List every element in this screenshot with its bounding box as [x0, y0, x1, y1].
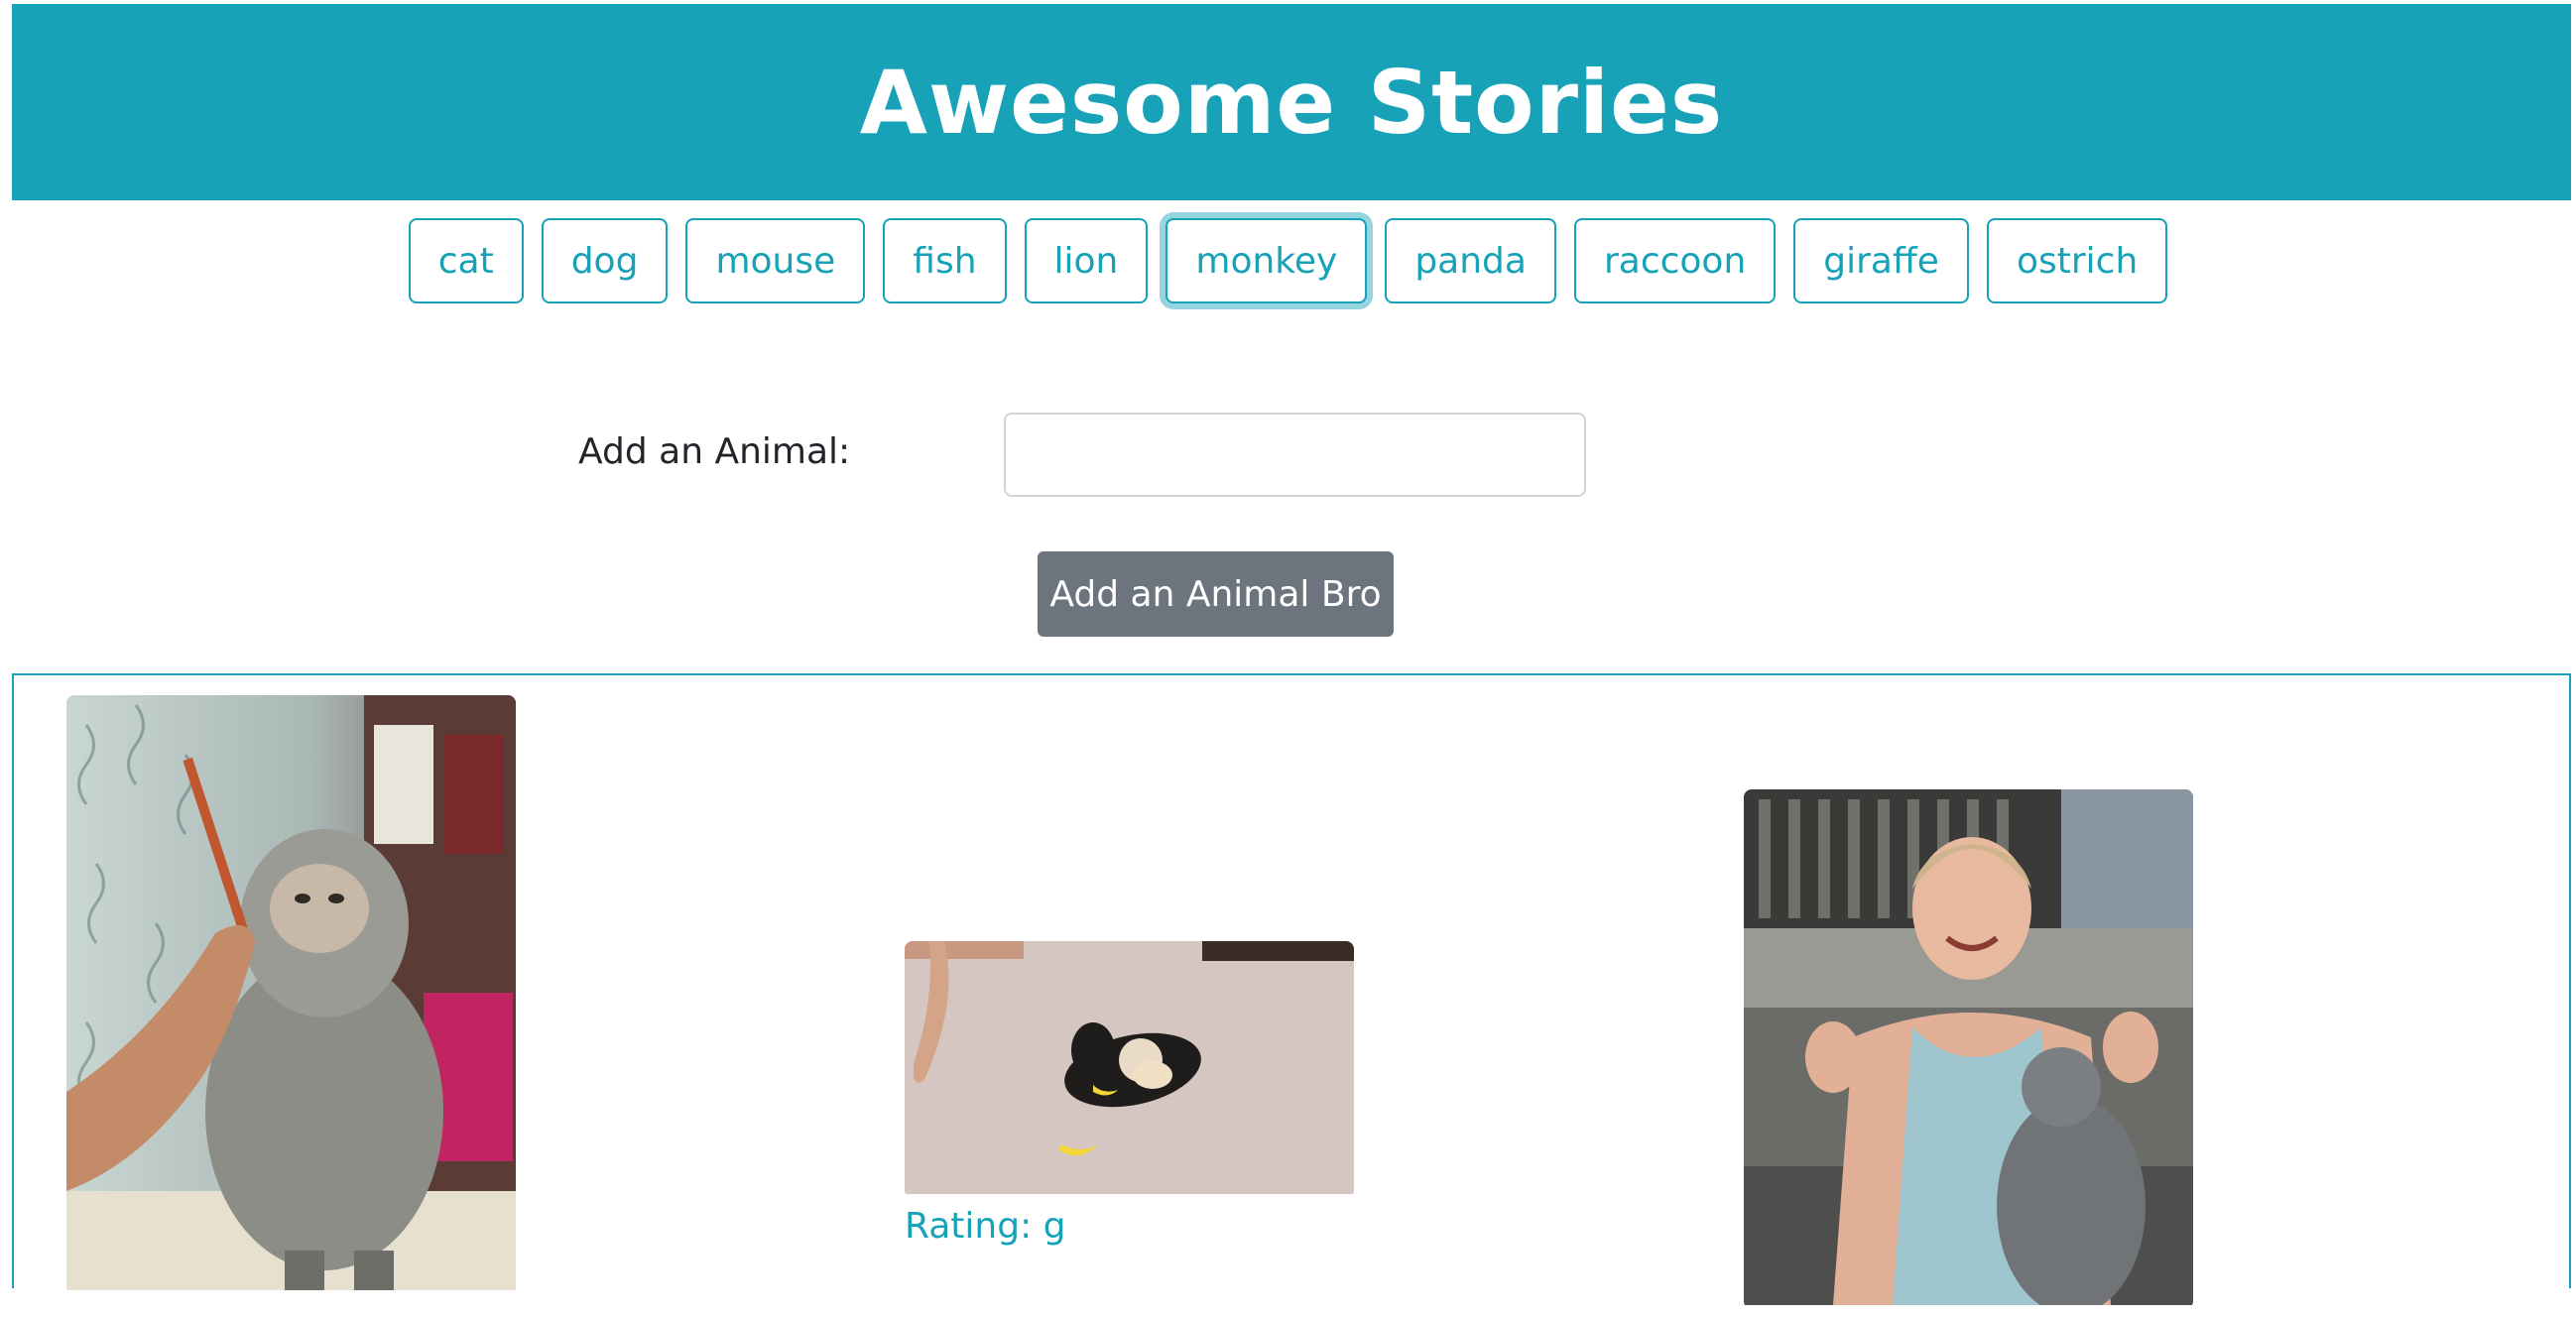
add-animal-input[interactable]	[1004, 413, 1586, 497]
animal-button-panda[interactable]: panda	[1385, 218, 1556, 303]
gif-image-monkey-banana[interactable]	[905, 941, 1354, 1198]
animal-button-fish[interactable]: fish	[883, 218, 1007, 303]
animal-button-lion[interactable]: lion	[1024, 218, 1149, 303]
animal-button-raccoon[interactable]: raccoon	[1573, 218, 1777, 303]
gif-card	[66, 695, 516, 1302]
animal-button-mouse[interactable]: mouse	[685, 218, 866, 303]
animal-button-row: cat dog mouse fish lion monkey panda rac…	[0, 218, 2576, 303]
gif-image-woman-monkey[interactable]	[1744, 789, 2193, 1309]
gif-results-panel: Rating: g	[12, 673, 2571, 1309]
animal-button-giraffe[interactable]: giraffe	[1793, 218, 1969, 303]
page-title: Awesome Stories	[859, 51, 1724, 154]
gif-rating: Rating: g	[905, 1206, 1066, 1247]
animal-button-ostrich[interactable]: ostrich	[1986, 218, 2168, 303]
animal-button-cat[interactable]: cat	[408, 218, 524, 303]
animal-button-monkey[interactable]: monkey	[1165, 218, 1368, 303]
gif-card	[1744, 789, 2193, 1317]
gif-card: Rating: g	[905, 941, 1354, 1247]
animal-button-dog[interactable]: dog	[541, 218, 669, 303]
gif-image-monkey-combed[interactable]	[66, 695, 516, 1294]
page-header: Awesome Stories	[12, 4, 2571, 200]
add-animal-button[interactable]: Add an Animal Bro	[1038, 551, 1394, 637]
add-animal-label: Add an Animal:	[578, 431, 851, 472]
